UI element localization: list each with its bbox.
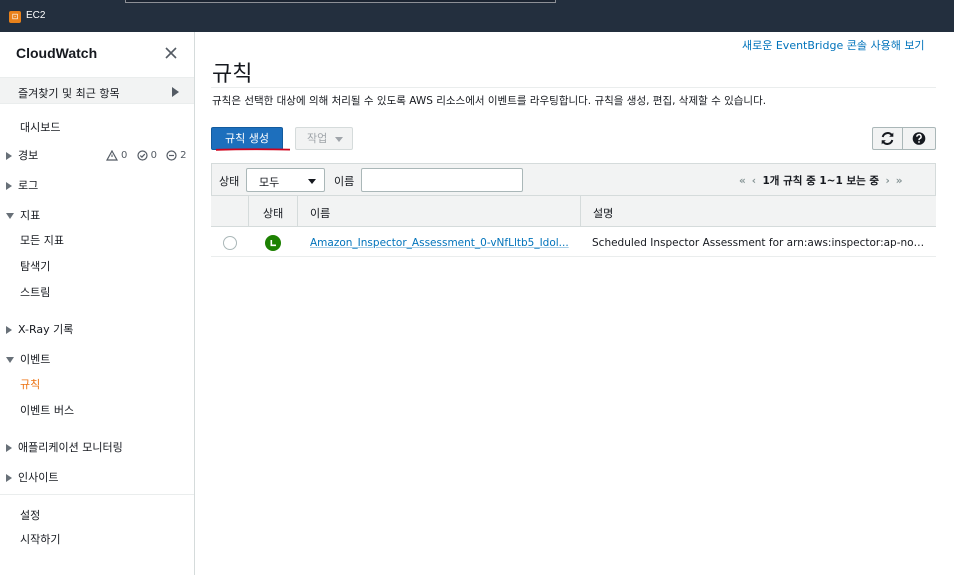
- caret-right-icon: [6, 326, 12, 334]
- alarm-count-insufficient: 2: [180, 150, 187, 161]
- caret-right-icon: [172, 87, 179, 97]
- favorites-label: 즐겨찾기 및 최근 항목: [18, 87, 120, 100]
- name-filter-input[interactable]: [361, 168, 523, 192]
- actions-dropdown-button[interactable]: 작업: [295, 127, 353, 150]
- sidebar-item-streams[interactable]: 스트림: [20, 284, 50, 300]
- row-select-radio[interactable]: [223, 236, 237, 250]
- question-icon: [912, 132, 926, 145]
- global-search-bar[interactable]: [125, 0, 556, 3]
- top-navigation-bar: ⊡ EC2: [0, 0, 954, 32]
- sidebar-group-xray[interactable]: X-Ray 기록: [6, 321, 73, 337]
- sidebar-group-insights-label: 인사이트: [18, 471, 59, 484]
- caret-right-icon: [6, 474, 12, 482]
- previous-page-icon[interactable]: ‹: [752, 175, 756, 187]
- name-filter-label: 이름: [334, 175, 355, 188]
- sidebar: CloudWatch 즐겨찾기 및 최근 항목 대시보드 경보 0 0 2 로그…: [0, 32, 195, 575]
- last-page-icon[interactable]: »: [896, 175, 903, 187]
- status-enabled-icon: [265, 235, 281, 251]
- rule-description: Scheduled Inspector Assessment for arn:a…: [592, 237, 927, 249]
- close-icon[interactable]: [164, 46, 178, 60]
- table-header: 상태 이름 설명: [211, 196, 936, 227]
- title-divider: [211, 87, 936, 88]
- check-circle-icon: [136, 150, 148, 161]
- caret-down-icon: [335, 137, 343, 142]
- status-filter-select[interactable]: 모두: [246, 168, 325, 192]
- annotation-underline: [215, 148, 291, 151]
- caret-right-icon: [6, 152, 12, 160]
- sidebar-group-app-monitoring-label: 애플리케이션 모니터링: [18, 441, 123, 454]
- eventbridge-console-link[interactable]: 새로운 EventBridge 콘솔 사용해 보기: [742, 37, 925, 53]
- sidebar-item-event-buses[interactable]: 이벤트 버스: [20, 402, 74, 418]
- alarm-count-ok: 0: [150, 150, 157, 161]
- sidebar-group-events-label: 이벤트: [20, 353, 51, 366]
- caret-right-icon: [6, 444, 12, 452]
- next-page-icon[interactable]: ›: [885, 175, 889, 187]
- favorites-and-recent-toggle[interactable]: 즐겨찾기 및 최근 항목: [0, 77, 194, 104]
- sidebar-item-rules[interactable]: 규칙: [20, 376, 40, 392]
- sidebar-group-xray-label: X-Ray 기록: [18, 323, 74, 336]
- column-divider: [580, 196, 581, 227]
- table-row[interactable]: Amazon_Inspector_Assessment_0-vNfLltb5_I…: [211, 228, 936, 257]
- filter-bar: 상태 모두 이름 « ‹ 1개 규칙 중 1~1 보는 중 › »: [211, 163, 936, 196]
- caret-down-icon: [6, 213, 14, 219]
- sidebar-item-all-metrics[interactable]: 모든 지표: [20, 232, 64, 248]
- caret-right-icon: [6, 182, 12, 190]
- column-divider: [248, 196, 249, 227]
- pagination-text: 1개 규칙 중 1~1 보는 중: [762, 175, 880, 187]
- sidebar-item-getting-started[interactable]: 시작하기: [20, 531, 60, 547]
- caret-down-icon: [308, 179, 316, 184]
- caret-down-icon: [6, 357, 14, 363]
- create-rule-button[interactable]: 규칙 생성: [211, 127, 283, 150]
- sidebar-group-insights[interactable]: 인사이트: [6, 469, 58, 485]
- service-shortcut-ec2[interactable]: EC2: [26, 10, 45, 21]
- sidebar-title: CloudWatch: [16, 45, 98, 61]
- column-divider: [297, 196, 298, 227]
- sidebar-divider: [0, 494, 194, 495]
- sidebar-item-settings[interactable]: 설정: [20, 507, 40, 523]
- page-description: 규칙은 선택한 대상에 의해 처리될 수 있도록 AWS 리소스에서 이벤트를 …: [212, 95, 767, 107]
- actions-button-label: 작업: [307, 132, 328, 145]
- ec2-service-icon[interactable]: ⊡: [9, 11, 21, 23]
- sidebar-group-events[interactable]: 이벤트: [6, 351, 50, 367]
- page-title: 규칙: [212, 62, 253, 87]
- sidebar-item-explorer[interactable]: 탐색기: [20, 258, 50, 274]
- column-header-name[interactable]: 이름: [310, 205, 330, 221]
- column-header-description[interactable]: 설명: [593, 205, 613, 221]
- alarm-count-in-alarm: 0: [121, 150, 128, 161]
- sidebar-group-alarms[interactable]: 경보: [6, 147, 38, 163]
- alarm-status-counts: 0 0 2: [106, 150, 193, 162]
- sidebar-group-logs[interactable]: 로그: [6, 177, 38, 193]
- sidebar-group-application-monitoring[interactable]: 애플리케이션 모니터링: [6, 439, 123, 455]
- sidebar-item-dashboard[interactable]: 대시보드: [20, 119, 60, 135]
- first-page-icon[interactable]: «: [739, 175, 746, 187]
- pagination: « ‹ 1개 규칙 중 1~1 보는 중 › »: [736, 173, 906, 188]
- warning-icon: [106, 150, 118, 161]
- rule-name-link[interactable]: Amazon_Inspector_Assessment_0-vNfLltb5_I…: [310, 237, 570, 249]
- insufficient-data-icon: [166, 150, 177, 161]
- column-header-status[interactable]: 상태: [263, 205, 283, 221]
- sidebar-group-metrics-label: 지표: [20, 209, 41, 222]
- help-button[interactable]: [903, 127, 936, 150]
- sidebar-group-metrics[interactable]: 지표: [6, 207, 40, 223]
- status-filter-value: 모두: [259, 176, 280, 189]
- refresh-button[interactable]: [872, 127, 903, 150]
- refresh-icon: [881, 132, 894, 145]
- main-content: 새로운 EventBridge 콘솔 사용해 보기 규칙 규칙은 선택한 대상에…: [196, 32, 954, 575]
- status-filter-label: 상태: [219, 175, 240, 188]
- sidebar-group-logs-label: 로그: [18, 179, 39, 192]
- sidebar-group-alarms-label: 경보: [18, 149, 39, 162]
